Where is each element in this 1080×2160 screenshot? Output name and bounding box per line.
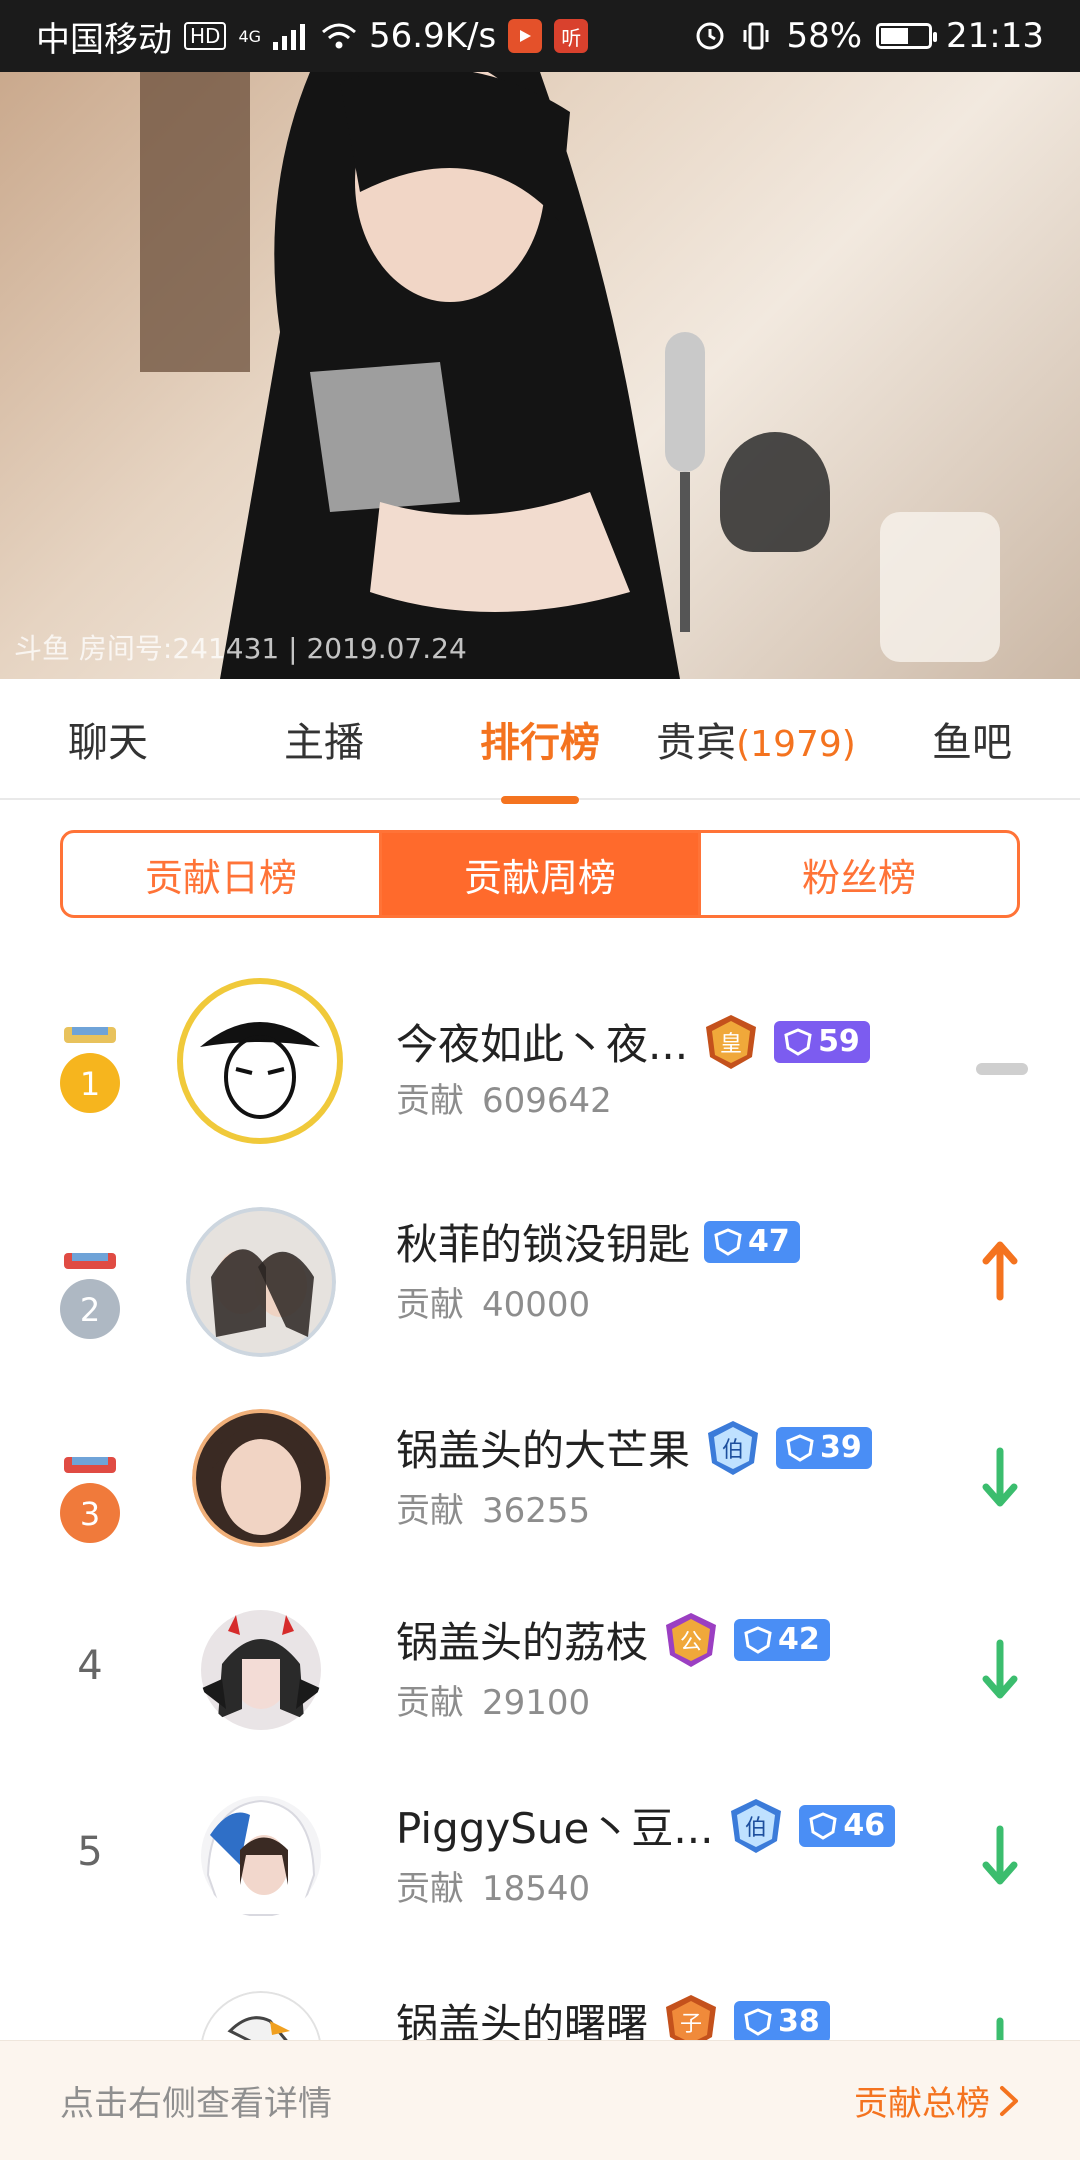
svg-text:皇: 皇 <box>720 1032 742 1057</box>
status-bar: 中国移动 HD 4G 56.9K/s 听 58% 21:13 <box>0 0 1080 72</box>
svg-text:公: 公 <box>680 1630 702 1655</box>
clock: 21:13 <box>946 16 1044 56</box>
segment-fans[interactable]: 粉丝榜 <box>698 833 1017 915</box>
streamer-figure <box>220 72 680 679</box>
fan-level-badge: 59 <box>774 1020 870 1063</box>
ranking-row[interactable]: 3 锅盖头的大芒果 伯 39 贡献 36255 <box>0 1387 1080 1573</box>
room-watermark: 斗鱼 房间号:241431 | 2019.07.24 <box>14 632 467 665</box>
gold-medal-icon: 1 <box>60 1027 120 1113</box>
live-video-player[interactable]: 斗鱼 房间号:241431 | 2019.07.24 <box>0 72 1080 679</box>
shield-icon <box>809 1811 838 1840</box>
user-name: 锅盖头的荔枝 <box>396 1618 649 1667</box>
wifi-icon <box>322 23 357 49</box>
cat-figure <box>720 432 830 552</box>
segment-daily[interactable]: 贡献日榜 <box>63 833 379 915</box>
user-name: 今夜如此丶夜... <box>396 1020 689 1069</box>
earl-badge-icon: 伯 <box>731 1798 782 1853</box>
shield-icon <box>744 1625 772 1654</box>
contribution: 贡献 29100 <box>396 1683 591 1723</box>
emperor-badge-icon: 皇 <box>706 1014 757 1069</box>
vip-count: (1979) <box>736 723 856 765</box>
svg-text:2: 2 <box>80 1291 100 1329</box>
signal-icon <box>273 24 306 50</box>
trend-up-icon <box>982 1241 1018 1301</box>
fan-level-badge: 47 <box>704 1220 800 1263</box>
video-app-icon <box>508 19 543 53</box>
contribution-amount: 18540 <box>482 1869 591 1909</box>
shield-icon <box>784 1027 812 1056</box>
contribution-amount: 29100 <box>482 1683 591 1723</box>
battery-icon <box>876 23 938 49</box>
avatar[interactable] <box>186 1207 336 1357</box>
contribution-amount: 36255 <box>482 1491 591 1531</box>
tab-vip[interactable]: 贵宾(1979) <box>648 710 864 768</box>
ranking-row[interactable]: 5 PiggySue丶豆... 伯 46 贡献 18540 <box>0 1765 1080 1951</box>
user-name: PiggySue丶豆... <box>396 1804 714 1853</box>
contribution-amount: 609642 <box>482 1081 612 1121</box>
bronze-medal-icon: 3 <box>60 1457 120 1543</box>
fan-level-badge: 39 <box>776 1426 872 1469</box>
network-speed: 56.9K/s <box>369 16 497 56</box>
tab-chat[interactable]: 聊天 <box>0 710 216 768</box>
carrier-name: 中国移动 <box>36 19 172 60</box>
shield-icon <box>714 1227 742 1256</box>
ranking-row[interactable]: 4 锅盖头的荔枝 公 42 贡献 29100 <box>0 1579 1080 1765</box>
avatar[interactable] <box>192 1409 330 1547</box>
avatar[interactable] <box>200 1795 322 1917</box>
battery-percent: 58% <box>786 16 863 56</box>
tab-ranking[interactable]: 排行榜 <box>432 710 648 804</box>
tab-anchor[interactable]: 主播 <box>216 710 432 768</box>
user-name: 锅盖头的大芒果 <box>396 1426 691 1475</box>
ranking-row[interactable]: 1 今夜如此丶夜... 皇 59 贡献 609642 <box>0 955 1080 1144</box>
alarm-icon <box>696 22 724 50</box>
duke-badge-icon: 公 <box>666 1612 717 1667</box>
contribution-amount: 40000 <box>482 1285 591 1325</box>
svg-text:3: 3 <box>80 1495 100 1533</box>
room-tabs: 聊天 主播 排行榜 贵宾(1979) 鱼吧 <box>0 679 1080 804</box>
total-ranking-link[interactable]: 贡献总榜 <box>854 2076 1020 2125</box>
avatar[interactable] <box>176 977 344 1145</box>
avatar[interactable] <box>200 1609 322 1731</box>
trend-down-icon <box>982 1639 1018 1699</box>
silver-medal-icon: 2 <box>60 1253 120 1339</box>
trend-down-icon <box>982 1447 1018 1507</box>
svg-text:1: 1 <box>80 1065 100 1103</box>
microphone <box>665 332 705 632</box>
network-type: 4G <box>238 26 262 46</box>
chevron-right-icon <box>1000 2085 1018 2116</box>
ranking-period-switch: 贡献日榜 贡献周榜 粉丝榜 <box>60 830 1020 918</box>
trend-down-icon <box>982 1825 1018 1885</box>
shield-icon <box>744 2007 772 2036</box>
bottom-bar: 点击右侧查看详情 贡献总榜 <box>0 2040 1080 2160</box>
vibrate-icon <box>743 22 769 50</box>
trend-flat-icon <box>976 1063 1028 1075</box>
contribution: 贡献 36255 <box>396 1491 591 1531</box>
tab-active-indicator <box>501 795 579 804</box>
user-name: 秋菲的锁没钥匙 <box>396 1220 691 1269</box>
fan-level-badge: 46 <box>799 1804 896 1847</box>
contribution: 贡献 40000 <box>396 1285 591 1325</box>
fan-level-badge: 38 <box>734 2000 830 2043</box>
svg-text:伯: 伯 <box>745 1816 767 1841</box>
svg-text:子: 子 <box>680 2012 702 2037</box>
fan-level-badge: 42 <box>734 1618 830 1661</box>
contribution: 贡献 18540 <box>396 1869 591 1909</box>
shield-icon <box>786 1433 814 1462</box>
jar-object <box>880 512 1000 662</box>
contribution: 贡献 609642 <box>396 1081 612 1121</box>
segment-weekly[interactable]: 贡献周榜 <box>379 833 698 915</box>
hd-badge: HD <box>184 22 227 50</box>
earl-badge-icon: 伯 <box>708 1420 759 1475</box>
listen-app-icon: 听 <box>554 19 589 53</box>
tab-fish-bar[interactable]: 鱼吧 <box>864 710 1080 768</box>
ranking-row[interactable]: 2 秋菲的锁没钥匙 47 贡献 40000 <box>0 1181 1080 1367</box>
svg-text:伯: 伯 <box>722 1438 744 1463</box>
details-hint: 点击右侧查看详情 <box>60 2084 332 2124</box>
